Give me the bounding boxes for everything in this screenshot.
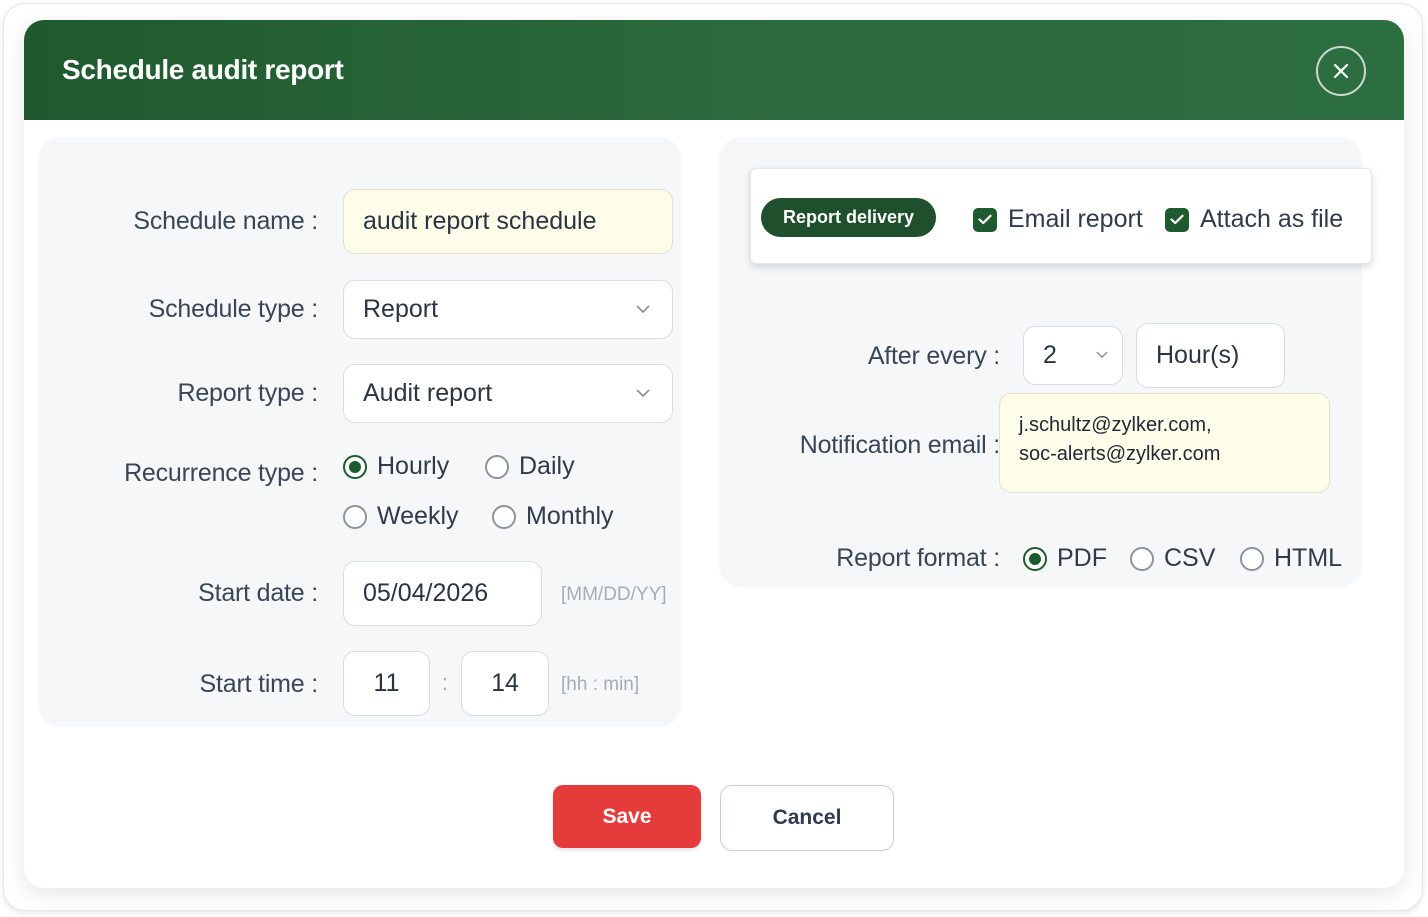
attach-file-checkbox-group[interactable]: Attach as file	[1165, 205, 1343, 234]
checkmark-icon	[1170, 214, 1184, 225]
start-hour-input[interactable]: 11	[343, 651, 430, 716]
close-icon	[1333, 63, 1349, 79]
recurrence-weekly-label: Weekly	[377, 502, 459, 530]
recurrence-hourly-option[interactable]: Hourly	[343, 452, 449, 481]
attach-file-label: Attach as file	[1200, 205, 1344, 233]
radio-daily[interactable]	[485, 454, 509, 479]
interval-select[interactable]: 2	[1023, 326, 1123, 385]
start-time-hint: [hh : min]	[561, 674, 640, 695]
recurrence-monthly-label: Monthly	[526, 502, 614, 530]
radio-pdf[interactable]	[1023, 546, 1047, 571]
report-type-value: Audit report	[363, 379, 493, 407]
recurrence-hourly-label: Hourly	[377, 452, 450, 480]
recurrence-type-label: Recurrence type :	[124, 459, 318, 487]
save-button[interactable]: Save	[553, 785, 701, 848]
after-every-label: After every :	[867, 342, 1000, 370]
email-report-label: Email report	[1008, 205, 1143, 233]
report-delivery-tab[interactable]: Report delivery	[761, 198, 936, 237]
recurrence-daily-option[interactable]: Daily	[485, 452, 575, 481]
format-html-label: HTML	[1274, 544, 1343, 572]
attach-file-checkbox[interactable]	[1165, 207, 1189, 232]
time-separator: :	[442, 670, 449, 695]
notification-email-line-1: j.schultz@zylker.com,	[1019, 414, 1212, 436]
recurrence-monthly-option[interactable]: Monthly	[492, 502, 614, 531]
start-date-hint: [MM/DD/YY]	[561, 584, 667, 605]
recurrence-weekly-option[interactable]: Weekly	[343, 502, 459, 531]
chevron-down-icon	[636, 304, 650, 313]
schedule-type-value: Report	[363, 295, 439, 323]
email-report-checkbox[interactable]	[973, 207, 997, 232]
format-html-option[interactable]: HTML	[1240, 544, 1342, 573]
format-pdf-label: PDF	[1057, 544, 1107, 572]
dialog-title: Schedule audit report	[62, 54, 344, 85]
start-minute-input[interactable]: 14	[461, 651, 549, 716]
format-csv-label: CSV	[1164, 544, 1216, 572]
interval-value: 2	[1043, 341, 1057, 369]
interval-unit-field[interactable]: Hour(s)	[1136, 323, 1285, 388]
schedule-name-input[interactable]: audit report schedule	[343, 189, 673, 254]
recurrence-daily-label: Daily	[519, 452, 575, 480]
radio-weekly[interactable]	[343, 504, 367, 529]
dialog-header: Schedule audit report	[24, 20, 1404, 120]
start-date-input[interactable]: 05/04/2026	[343, 561, 542, 626]
format-csv-option[interactable]: CSV	[1130, 544, 1215, 573]
notification-email-label: Notification email :	[799, 431, 1000, 459]
start-time-label: Start time :	[199, 670, 319, 698]
schedule-name-label: Schedule name :	[133, 207, 318, 235]
schedule-type-select[interactable]: Report	[343, 280, 673, 339]
radio-html[interactable]	[1240, 546, 1264, 571]
notification-email-input[interactable]: j.schultz@zylker.com, soc-alerts@zylker.…	[999, 393, 1330, 493]
chevron-down-icon	[636, 388, 650, 397]
report-delivery-card: Report delivery Email report Attach as f…	[750, 168, 1372, 264]
radio-monthly[interactable]	[492, 504, 516, 529]
report-type-select[interactable]: Audit report	[343, 364, 673, 423]
cancel-button[interactable]: Cancel	[720, 785, 894, 851]
schedule-type-label: Schedule type :	[148, 295, 319, 323]
email-report-checkbox-group[interactable]: Email report	[973, 205, 1143, 234]
close-button[interactable]	[1316, 46, 1366, 96]
notification-email-line-2: soc-alerts@zylker.com	[1019, 443, 1221, 465]
chevron-down-icon	[1096, 350, 1108, 358]
radio-csv[interactable]	[1130, 546, 1154, 571]
start-date-label: Start date :	[198, 579, 318, 607]
checkmark-icon	[978, 214, 992, 225]
report-type-label: Report type :	[177, 379, 318, 407]
radio-hourly[interactable]	[343, 454, 367, 479]
format-pdf-option[interactable]: PDF	[1023, 544, 1107, 573]
report-format-label: Report format :	[836, 544, 1000, 572]
